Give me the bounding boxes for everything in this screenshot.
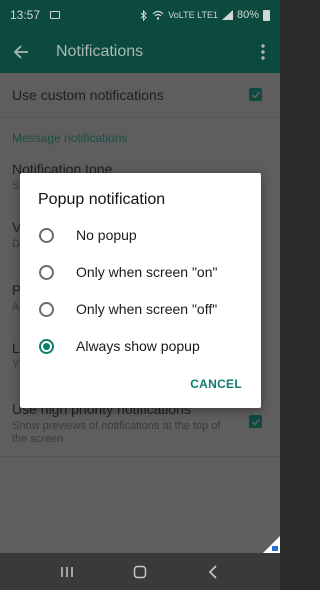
option-always-show[interactable]: Always show popup [20, 330, 261, 362]
network-type: VoLTE LTE1 [168, 10, 218, 20]
home-icon[interactable] [125, 557, 155, 587]
radio-button[interactable] [39, 301, 54, 317]
option-label: Only when screen "on" [76, 264, 218, 280]
recents-icon[interactable] [52, 557, 82, 587]
page-title: Notifications [56, 42, 144, 60]
wifi-icon [152, 10, 164, 20]
navigation-bar [0, 553, 280, 590]
option-screen-off[interactable]: Only when screen "off" [20, 293, 261, 325]
more-vert-icon[interactable] [254, 39, 272, 65]
popup-notification-dialog: Popup notification No popup Only when sc… [20, 173, 261, 408]
option-label: Only when screen "off" [76, 301, 218, 317]
app-bar: Notifications [0, 30, 280, 73]
dialog-title: Popup notification [38, 191, 166, 208]
screen-badge-icon [262, 536, 280, 554]
cancel-button[interactable]: CANCEL [190, 377, 242, 391]
option-no-popup[interactable]: No popup [20, 219, 261, 251]
image-icon [50, 11, 61, 19]
status-left: 13:57 [10, 8, 61, 22]
signal-icon [221, 10, 233, 20]
back-arrow-icon[interactable] [8, 39, 34, 65]
option-screen-on[interactable]: Only when screen "on" [20, 256, 261, 288]
option-label: Always show popup [76, 338, 200, 354]
radio-button[interactable] [39, 264, 54, 280]
radio-button-selected[interactable] [39, 338, 54, 354]
status-time: 13:57 [10, 8, 41, 22]
divider [0, 117, 280, 118]
radio-button[interactable] [39, 227, 54, 243]
bluetooth-icon [140, 9, 147, 21]
use-custom-notifications-label: Use custom notifications [12, 87, 164, 103]
battery-percent: 80% [236, 9, 259, 21]
high-priority-description: Show previews of notifications at the to… [12, 420, 221, 445]
use-custom-notifications-row[interactable]: Use custom notifications [12, 87, 268, 103]
battery-icon [263, 9, 270, 21]
use-custom-notifications-checkbox[interactable] [249, 88, 262, 101]
divider [0, 456, 280, 457]
option-label: No popup [76, 227, 137, 243]
high-priority-checkbox[interactable] [249, 415, 262, 428]
section-header-label: Message notifications [12, 131, 128, 145]
status-bar: 13:57 VoLTE LTE1 80% [0, 0, 280, 30]
section-header: Message notifications [12, 131, 268, 145]
status-right: VoLTE LTE1 80% [140, 9, 270, 21]
back-icon[interactable] [198, 557, 228, 587]
